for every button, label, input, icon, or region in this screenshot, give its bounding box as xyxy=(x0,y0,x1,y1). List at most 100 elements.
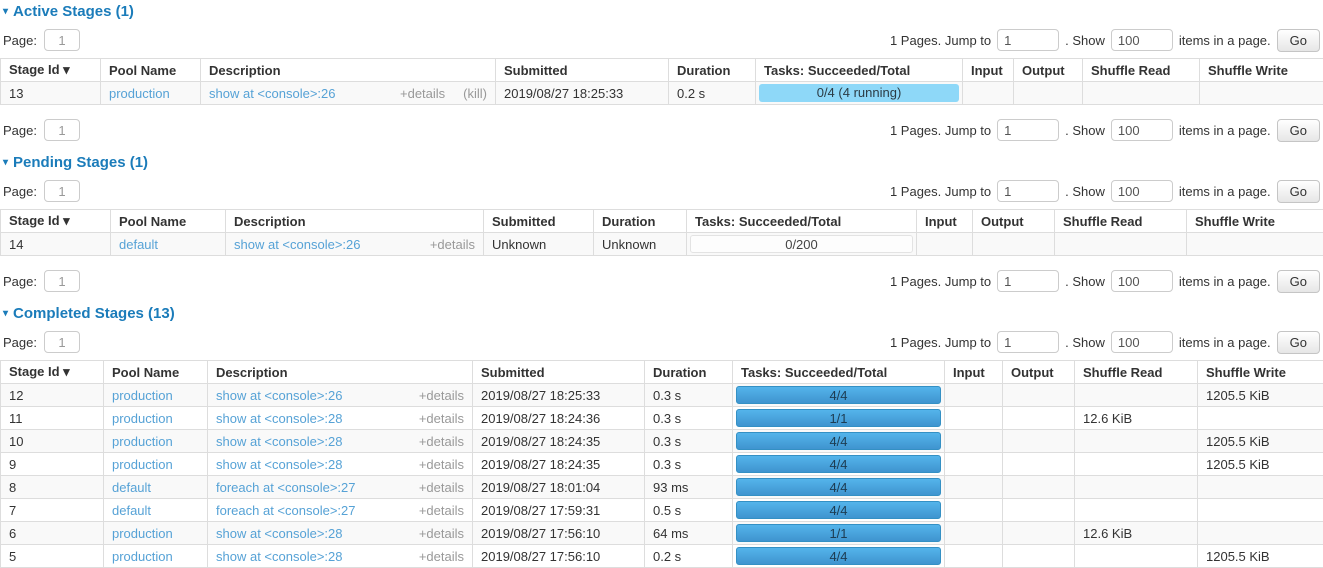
column-header-3[interactable]: Submitted xyxy=(484,210,594,233)
details-toggle[interactable]: +details xyxy=(419,503,464,518)
page-number-input[interactable] xyxy=(44,29,80,51)
go-button[interactable]: Go xyxy=(1277,331,1320,354)
jump-to-input[interactable] xyxy=(997,119,1059,141)
description-cell: show at <console>:26 +details xyxy=(208,384,473,407)
page-number-input[interactable] xyxy=(44,331,80,353)
description-link[interactable]: show at <console>:26 xyxy=(209,86,335,101)
spark-stages-page: ▾Active Stages (1)Page:1 Pages. Jump to.… xyxy=(0,3,1323,568)
column-header-9[interactable]: Shuffle Write xyxy=(1198,361,1323,384)
show-items-input[interactable] xyxy=(1111,180,1173,202)
column-header-4[interactable]: Duration xyxy=(594,210,687,233)
column-header-1[interactable]: Pool Name xyxy=(101,59,201,82)
column-header-4[interactable]: Duration xyxy=(669,59,756,82)
column-header-1[interactable]: Pool Name xyxy=(104,361,208,384)
show-items-input[interactable] xyxy=(1111,119,1173,141)
duration-cell: 0.2 s xyxy=(645,545,733,568)
description-link[interactable]: show at <console>:28 xyxy=(216,526,342,541)
pool-name-link[interactable]: default xyxy=(119,237,158,252)
column-header-1[interactable]: Pool Name xyxy=(111,210,226,233)
details-toggle[interactable]: +details xyxy=(419,549,464,564)
page-number-input[interactable] xyxy=(44,180,80,202)
show-items-input[interactable] xyxy=(1111,29,1173,51)
column-header-8[interactable]: Shuffle Read xyxy=(1055,210,1187,233)
details-toggle[interactable]: +details xyxy=(419,411,464,426)
column-header-6[interactable]: Input xyxy=(945,361,1003,384)
column-header-2[interactable]: Description xyxy=(208,361,473,384)
description-link[interactable]: show at <console>:26 xyxy=(234,237,360,252)
details-toggle[interactable]: +details xyxy=(419,457,464,472)
section-heading-completed[interactable]: ▾Completed Stages (13) xyxy=(3,305,1323,322)
shuffle-read-cell xyxy=(1075,499,1198,522)
column-header-6[interactable]: Input xyxy=(963,59,1014,82)
pool-name-link[interactable]: production xyxy=(112,457,173,472)
pool-name-link[interactable]: production xyxy=(112,388,173,403)
description-link[interactable]: show at <console>:28 xyxy=(216,549,342,564)
go-button[interactable]: Go xyxy=(1277,29,1320,52)
column-header-0[interactable]: Stage Id ▾ xyxy=(1,59,101,82)
submitted-cell: 2019/08/27 18:25:33 xyxy=(496,82,669,105)
page-number-input[interactable] xyxy=(44,119,80,141)
go-button[interactable]: Go xyxy=(1277,119,1320,142)
shuffle-write-cell: 1205.5 KiB xyxy=(1198,545,1323,568)
pool-name-link[interactable]: default xyxy=(112,503,151,518)
column-header-5[interactable]: Tasks: Succeeded/Total xyxy=(687,210,917,233)
column-header-2[interactable]: Description xyxy=(226,210,484,233)
pool-name-link[interactable]: default xyxy=(112,480,151,495)
description-link[interactable]: show at <console>:28 xyxy=(216,411,342,426)
page-number-input[interactable] xyxy=(44,270,80,292)
column-header-3[interactable]: Submitted xyxy=(473,361,645,384)
shuffle-read-cell: 12.6 KiB xyxy=(1075,407,1198,430)
column-header-8[interactable]: Shuffle Read xyxy=(1075,361,1198,384)
jump-to-input[interactable] xyxy=(997,270,1059,292)
column-header-6[interactable]: Input xyxy=(917,210,973,233)
details-toggle[interactable]: +details xyxy=(419,434,464,449)
tasks-progress-bar: 4/4 xyxy=(736,432,941,450)
pool-name-link[interactable]: production xyxy=(112,549,173,564)
description-link[interactable]: show at <console>:28 xyxy=(216,434,342,449)
description-link[interactable]: show at <console>:26 xyxy=(216,388,342,403)
column-header-0[interactable]: Stage Id ▾ xyxy=(1,361,104,384)
description-link[interactable]: foreach at <console>:27 xyxy=(216,503,356,518)
column-header-7[interactable]: Output xyxy=(1014,59,1083,82)
description-link[interactable]: foreach at <console>:27 xyxy=(216,480,356,495)
show-items-input[interactable] xyxy=(1111,331,1173,353)
table-header: Stage Id ▾Pool NameDescriptionSubmittedD… xyxy=(1,59,1323,82)
column-header-9[interactable]: Shuffle Write xyxy=(1187,210,1323,233)
go-button[interactable]: Go xyxy=(1277,270,1320,293)
section-heading-active[interactable]: ▾Active Stages (1) xyxy=(3,3,1323,20)
kill-link[interactable]: (kill) xyxy=(463,86,487,101)
column-header-7[interactable]: Output xyxy=(1003,361,1075,384)
column-header-7[interactable]: Output xyxy=(973,210,1055,233)
section-heading-pending[interactable]: ▾Pending Stages (1) xyxy=(3,154,1323,171)
show-items-input[interactable] xyxy=(1111,270,1173,292)
pool-name-link[interactable]: production xyxy=(109,86,170,101)
details-toggle[interactable]: +details xyxy=(419,526,464,541)
column-header-5[interactable]: Tasks: Succeeded/Total xyxy=(733,361,945,384)
input-cell xyxy=(963,82,1014,105)
shuffle-read-cell xyxy=(1083,82,1200,105)
details-toggle[interactable]: +details xyxy=(419,480,464,495)
pages-count-text: 1 Pages. Jump to xyxy=(890,184,991,199)
column-header-2[interactable]: Description xyxy=(201,59,496,82)
pagination-left: Page: xyxy=(3,270,80,292)
pool-name-link[interactable]: production xyxy=(112,434,173,449)
column-header-3[interactable]: Submitted xyxy=(496,59,669,82)
tasks-progress-cell: 4/4 xyxy=(733,545,945,568)
details-toggle[interactable]: +details xyxy=(430,237,475,252)
pool-name-link[interactable]: production xyxy=(112,411,173,426)
column-header-5[interactable]: Tasks: Succeeded/Total xyxy=(756,59,963,82)
pool-name-link[interactable]: production xyxy=(112,526,173,541)
details-toggle[interactable]: +details xyxy=(400,86,445,101)
column-header-0[interactable]: Stage Id ▾ xyxy=(1,210,111,233)
jump-to-input[interactable] xyxy=(997,331,1059,353)
jump-to-input[interactable] xyxy=(997,29,1059,51)
shuffle-read-cell xyxy=(1055,233,1187,256)
details-toggle[interactable]: +details xyxy=(419,388,464,403)
column-header-9[interactable]: Shuffle Write xyxy=(1200,59,1323,82)
shuffle-read-cell xyxy=(1075,384,1198,407)
jump-to-input[interactable] xyxy=(997,180,1059,202)
column-header-4[interactable]: Duration xyxy=(645,361,733,384)
go-button[interactable]: Go xyxy=(1277,180,1320,203)
description-link[interactable]: show at <console>:28 xyxy=(216,457,342,472)
column-header-8[interactable]: Shuffle Read xyxy=(1083,59,1200,82)
